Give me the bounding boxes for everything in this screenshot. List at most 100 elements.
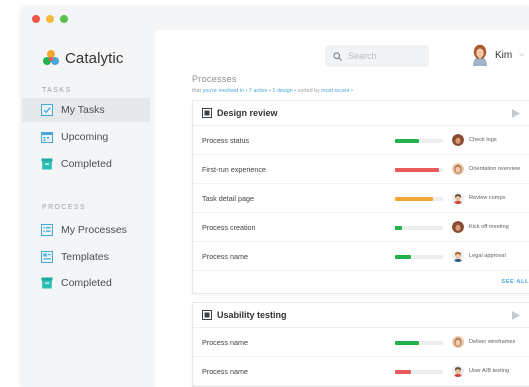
chevron-down-icon: ⌵ [519, 51, 525, 58]
filter-text: • sorted by [294, 88, 320, 94]
process-row[interactable]: Process name User A/B testing [193, 357, 529, 386]
filter-separator: • [350, 88, 353, 94]
progress-bar [395, 255, 443, 259]
current-task[interactable]: Orientation overview [452, 163, 520, 175]
process-section-label: PROCESS [42, 204, 87, 211]
archive-icon [41, 158, 53, 170]
task-name: User A/B testing [469, 368, 510, 374]
group-header[interactable]: Design review [193, 101, 529, 126]
progress-bar [395, 139, 443, 143]
template-icon [41, 251, 53, 263]
group-title: Design review [217, 108, 278, 118]
assignee-avatar [452, 163, 464, 175]
group-header[interactable]: Usability testing [193, 303, 529, 328]
task-name: Check logs [469, 137, 497, 143]
assignee-avatar [452, 365, 464, 377]
sidebar-item-my-processes[interactable]: My Processes [22, 218, 150, 242]
process-row[interactable]: Process status Check logs [193, 126, 529, 155]
process-name: Process creation [202, 222, 256, 232]
progress-fill [395, 370, 411, 374]
assignee-avatar [452, 192, 464, 204]
sidebar-item-label: Templates [61, 251, 109, 263]
task-name: Kick off meeting [469, 224, 509, 230]
search-box[interactable] [325, 45, 429, 67]
current-task[interactable]: Kick off meeting [452, 221, 509, 233]
progress-fill [395, 255, 411, 259]
filter-status-link[interactable]: 7 active [249, 88, 268, 94]
current-task[interactable]: Deliver wireframes [452, 336, 515, 348]
process-row[interactable]: First-run experience Orientation overview [193, 155, 529, 184]
process-name: First-run experience [202, 164, 266, 174]
sidebar-item-completed-processes[interactable]: Completed [22, 271, 150, 295]
filter-involvement-link[interactable]: you're involved in [203, 88, 244, 94]
sidebar-item-label: My Processes [61, 224, 127, 236]
progress-bar [395, 341, 443, 345]
brand[interactable]: Catalytic [42, 49, 123, 67]
app-window: Catalytic TASKS My Tasks Upcoming Comple… [22, 6, 529, 387]
sidebar: Catalytic TASKS My Tasks Upcoming Comple… [22, 30, 152, 387]
close-window-button[interactable] [32, 15, 40, 23]
sidebar-item-completed-tasks[interactable]: Completed [22, 152, 150, 176]
sidebar-item-label: My Tasks [61, 104, 105, 116]
sidebar-item-label: Completed [61, 277, 112, 289]
progress-bar [395, 226, 443, 230]
process-icon [202, 310, 212, 320]
process-name: Process name [202, 251, 248, 261]
task-name: Deliver wireframes [469, 339, 516, 345]
process-group-card: Usability testing Process name Deliver wir… [192, 302, 529, 387]
assignee-avatar [452, 221, 464, 233]
filter-separator: • [245, 88, 248, 94]
current-task[interactable]: User A/B testing [452, 365, 509, 377]
sidebar-item-my-tasks[interactable]: My Tasks [22, 98, 150, 122]
process-name: Process status [202, 135, 250, 145]
current-task[interactable]: Check logs [452, 134, 497, 146]
sidebar-item-templates[interactable]: Templates [22, 245, 150, 269]
progress-fill [395, 139, 419, 143]
process-row[interactable]: Process creation Kick off meeting [193, 213, 529, 242]
sidebar-item-label: Upcoming [61, 131, 109, 143]
title-bar [22, 6, 529, 30]
assignee-avatar [452, 134, 464, 146]
process-name: Task detail page [202, 193, 254, 203]
minimize-window-button[interactable] [46, 15, 54, 23]
task-name: Legal approval [469, 253, 506, 259]
filter-category-link[interactable]: 1 design [272, 88, 292, 94]
tasks-section-label: TASKS [42, 87, 72, 94]
task-name: Orientation overview [469, 166, 520, 172]
brand-name: Catalytic [65, 49, 124, 67]
play-icon[interactable] [512, 311, 520, 320]
filter-separator: • [268, 88, 271, 94]
process-icon [202, 108, 212, 118]
catalytic-logo-icon [43, 50, 59, 65]
assignee-avatar [452, 250, 464, 262]
page-title: Processes [192, 74, 237, 84]
archive-icon [41, 277, 53, 289]
progress-bar [395, 197, 443, 201]
process-row[interactable]: Process name Legal approval [193, 242, 529, 271]
user-menu[interactable]: Kim ⌵ [470, 44, 525, 66]
current-task[interactable]: Review comps [452, 192, 505, 204]
user-avatar [473, 44, 487, 66]
progress-fill [395, 168, 440, 172]
progress-bar [395, 168, 443, 172]
list-icon [41, 224, 53, 236]
progress-fill [395, 197, 434, 201]
see-all-link[interactable]: SEE ALL [193, 271, 529, 293]
search-input[interactable] [348, 51, 418, 61]
progress-fill [395, 226, 403, 230]
search-icon [333, 51, 342, 61]
play-icon[interactable] [512, 109, 520, 118]
user-name: Kim [495, 49, 513, 61]
sort-order-link[interactable]: most recent [321, 88, 349, 94]
process-name: Process name [202, 366, 248, 376]
current-task[interactable]: Legal approval [452, 250, 506, 262]
process-group-card: Design review Process status Check logs Fir… [192, 100, 529, 294]
progress-bar [395, 370, 443, 374]
checkbox-icon [41, 104, 53, 116]
sidebar-item-upcoming[interactable]: Upcoming [22, 125, 150, 149]
maximize-window-button[interactable] [60, 15, 68, 23]
group-title: Usability testing [217, 310, 287, 320]
process-row[interactable]: Task detail page Review comps [193, 184, 529, 213]
progress-fill [395, 341, 419, 345]
process-row[interactable]: Process name Deliver wireframes [193, 328, 529, 357]
